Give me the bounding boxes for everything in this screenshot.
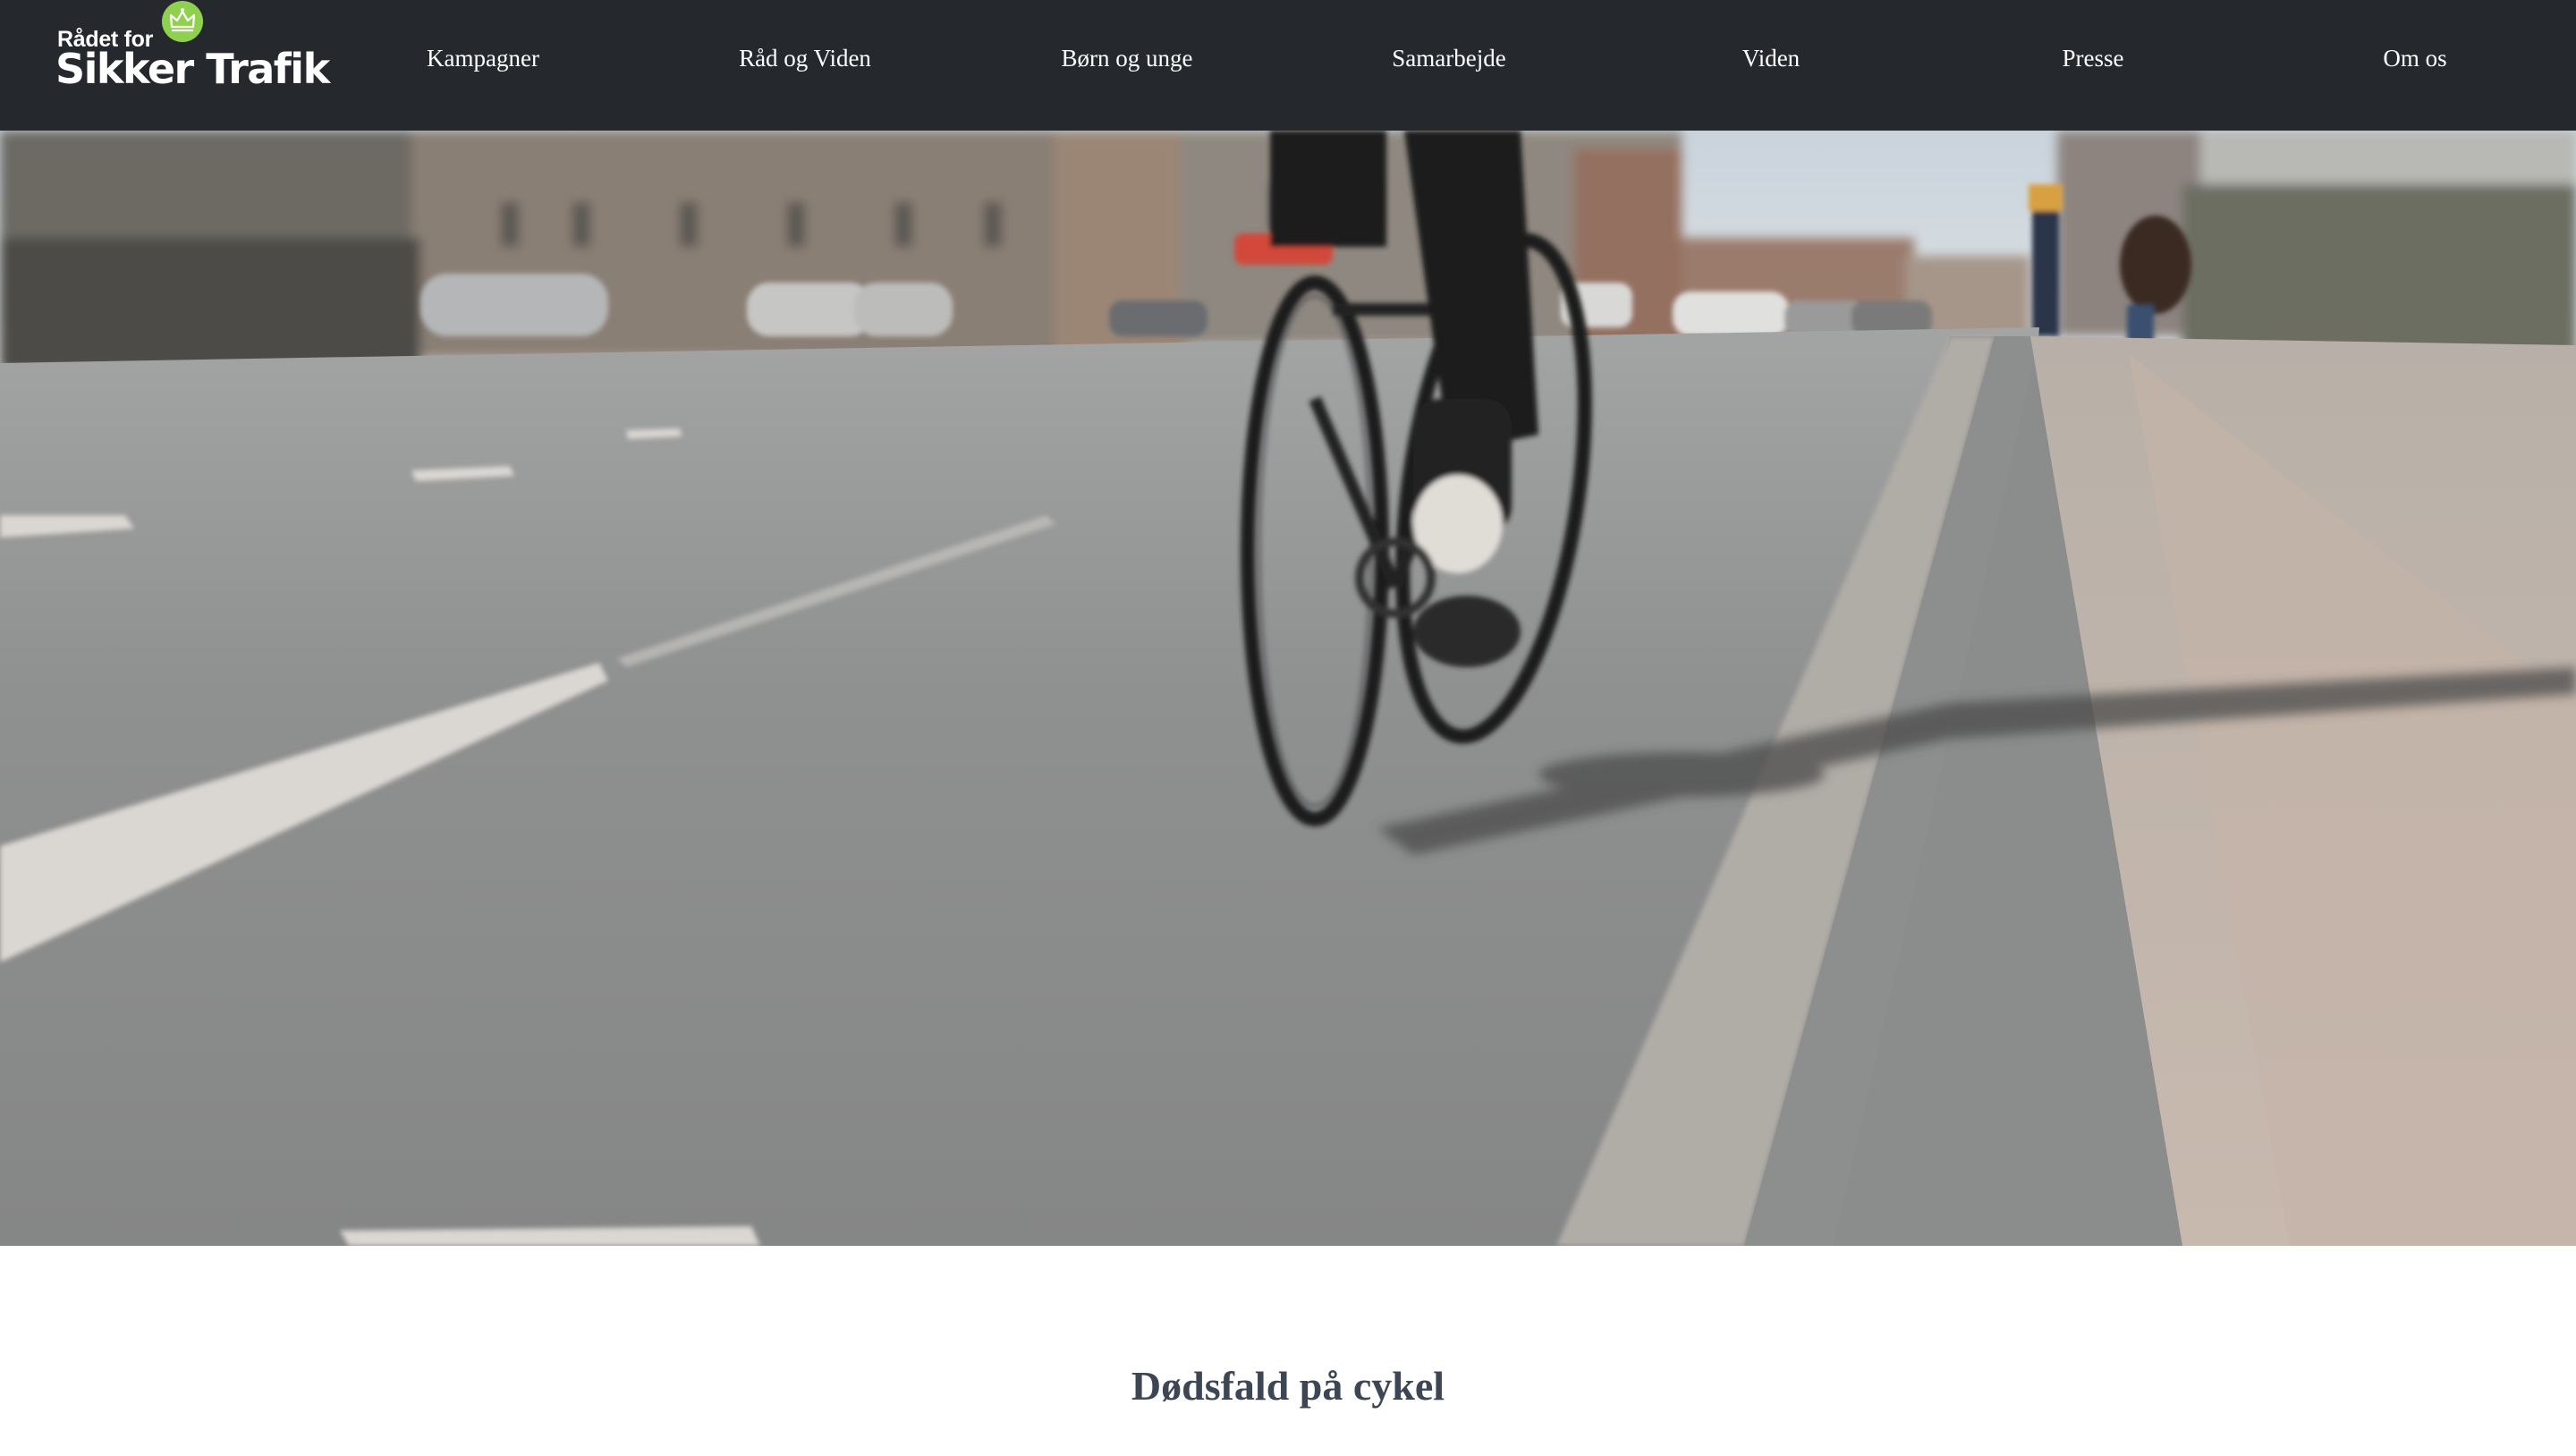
page-title: Dødsfald på cykel: [1131, 1363, 1445, 1409]
nav-item-raad-og-viden[interactable]: Råd og Viden: [671, 45, 939, 72]
nav-item-viden[interactable]: Viden: [1637, 45, 1905, 72]
main-navigation: Kampagner Råd og Viden Børn og unge Sama…: [0, 0, 2576, 131]
nav-item-samarbejde[interactable]: Samarbejde: [1315, 45, 1583, 72]
hero-image: [0, 131, 2576, 1246]
nav-item-om-os[interactable]: Om os: [2281, 45, 2549, 72]
nav-item-boern-og-unge[interactable]: Børn og unge: [993, 45, 1261, 72]
nav-item-presse[interactable]: Presse: [1959, 45, 2227, 72]
main-content: Dødsfald på cykel: [0, 1246, 2576, 1456]
hero-photo: [0, 131, 2576, 1246]
nav-item-kampagner[interactable]: Kampagner: [349, 45, 617, 72]
site-header: Rådet for Sikker Trafik Kampagner Råd og…: [0, 0, 2576, 131]
